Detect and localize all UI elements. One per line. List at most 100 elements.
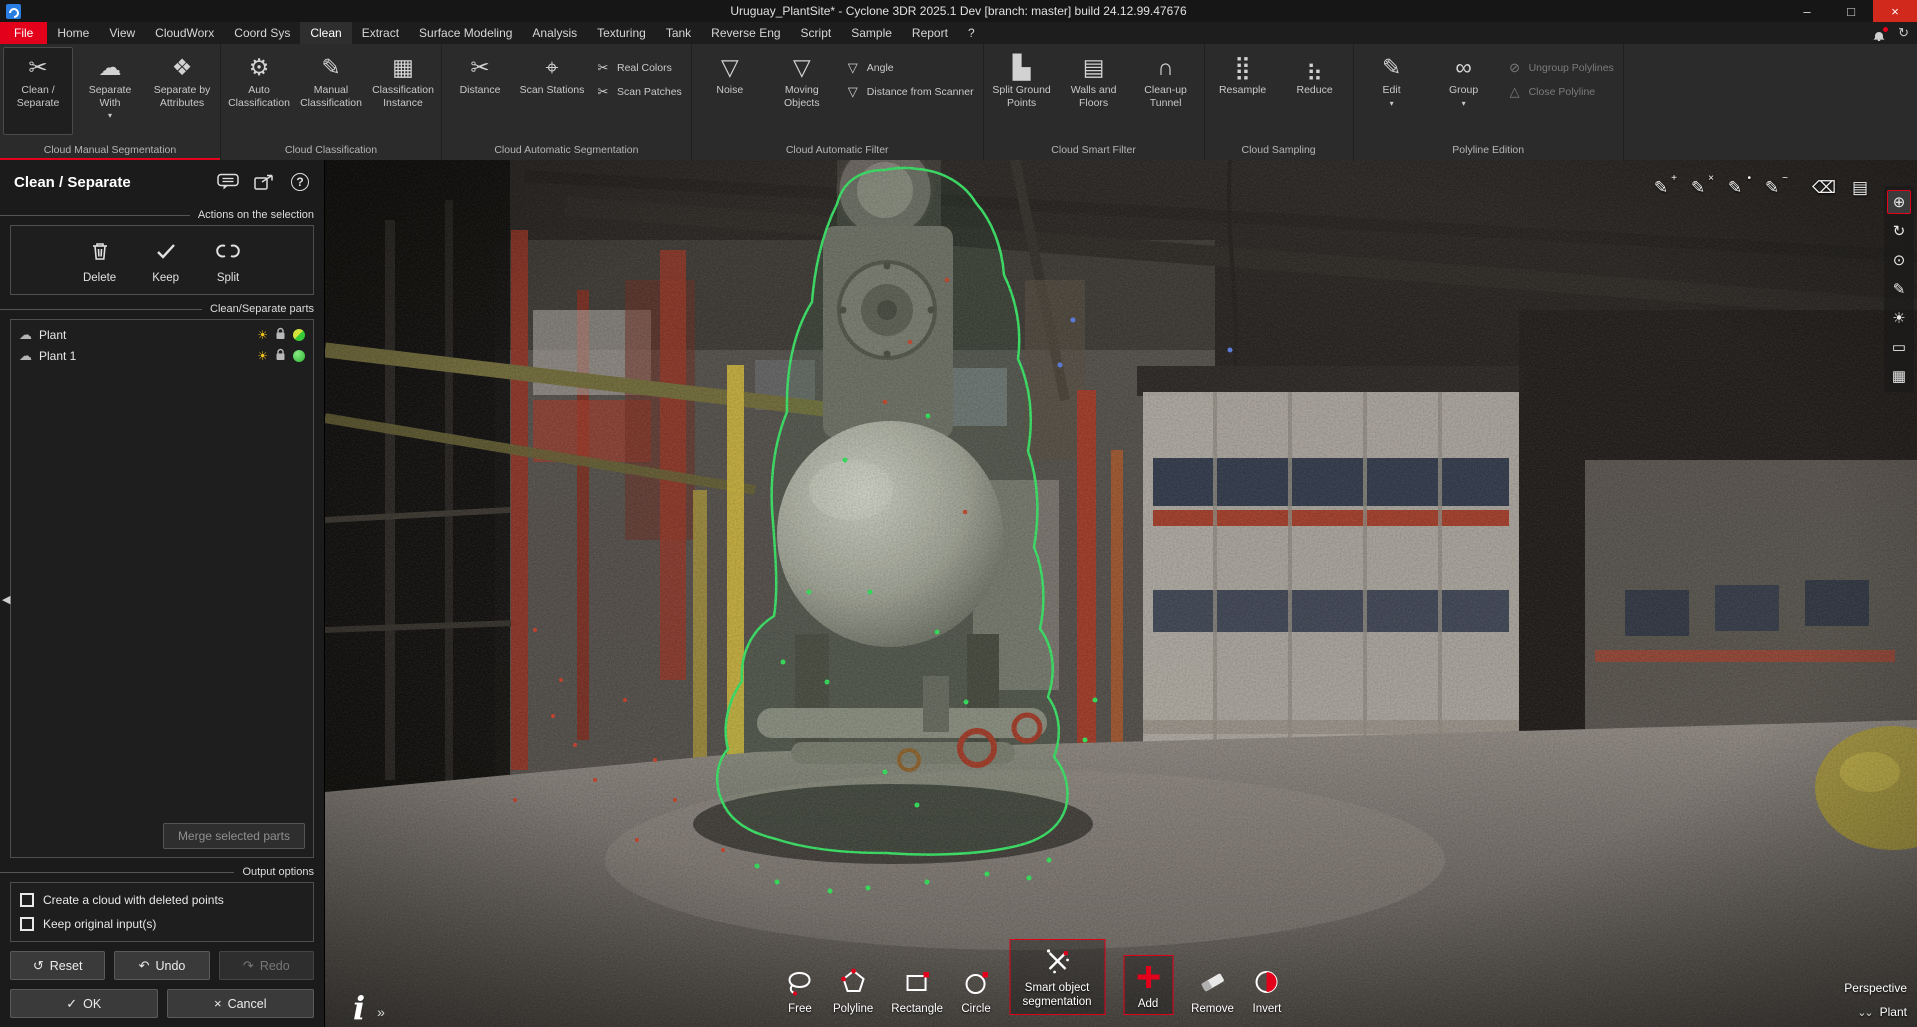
add-polyline-icon[interactable]: ✎+ [1650,178,1672,198]
remove-mode-button[interactable]: Remove [1191,967,1234,1015]
tab-surface-modeling[interactable]: Surface Modeling [409,22,522,44]
notifications-bell-icon[interactable] [1872,26,1886,41]
help-button[interactable]: ? [286,171,314,193]
separate-by-attributes-button[interactable]: ❖ Separate by Attributes [147,47,217,135]
plus-icon [1133,962,1163,995]
scan-stations-button[interactable]: ⌖ Scan Stations [517,47,587,135]
smooth-polyline-icon[interactable]: ✎~ [1761,178,1783,198]
active-object-label[interactable]: ⌄⌄ Plant [1857,1005,1907,1019]
checkbox[interactable] [20,893,34,907]
moving-objects-button[interactable]: ▽ Moving Objects [767,47,837,135]
invert-mode-button[interactable]: Invert [1252,967,1282,1015]
export-button[interactable] [250,171,278,193]
tab-analysis[interactable]: Analysis [522,22,587,44]
tab-cloudworx[interactable]: CloudWorx [145,22,224,44]
walls-and-floors-button[interactable]: ▤ Walls and Floors [1059,47,1129,135]
comments-button[interactable] [214,171,242,193]
distance-from-scanner-button[interactable]: ▽ Distance from Scanner [839,81,980,102]
keep-original-input-option: Keep original input(s) [20,917,304,931]
tab-sample[interactable]: Sample [841,22,902,44]
tab-coord-sys[interactable]: Coord Sys [224,22,300,44]
split-button[interactable]: Split [215,238,241,284]
smart-object-segmentation-button[interactable]: Smart object segmentation [1009,939,1105,1015]
angle-button[interactable]: ▽ Angle [839,57,980,78]
erase-polyline-icon[interactable]: ⌫ [1812,178,1834,198]
rectangle-selection-button[interactable]: Rectangle [891,967,943,1015]
ribbon: ✂ Clean / Separate ☁ Separate With ▾ ❖ S… [0,44,1917,160]
tab-help[interactable]: ? [958,22,985,44]
close-button[interactable]: × [1873,0,1917,22]
reduce-button[interactable]: ⣦ Reduce [1280,47,1350,135]
noise-button[interactable]: ▽ Noise [695,47,765,135]
tab-clean[interactable]: Clean [300,22,351,44]
point-cloud-scene[interactable] [325,160,1917,1027]
tab-report[interactable]: Report [902,22,958,44]
distance-button[interactable]: ✂ Distance [445,47,515,135]
polyline-selection-button[interactable]: Polyline [833,967,873,1015]
delete-button[interactable]: Delete [83,238,116,284]
part-row-plant[interactable]: ☁ Plant ☀ [11,324,313,345]
annotate-icon[interactable]: ✎ [1887,277,1911,301]
pan-tool-icon[interactable]: ⊕ [1887,190,1911,214]
resample-button[interactable]: ⣿ Resample [1208,47,1278,135]
viewport-3d[interactable]: ✎+ ✎× ✎• ✎~ ⌫ ▤ ⊕ ↻ ⊙ ✎ ☀ ▭ ▦ Free [325,160,1917,1027]
maximize-button[interactable]: □ [1829,0,1873,22]
render-mode-icon[interactable]: ▦ [1887,364,1911,388]
edit-polyline-icon[interactable]: ✎• [1724,178,1746,198]
edit-polyline-button[interactable]: ✎ Edit ▾ [1357,47,1427,135]
part-row-plant-1[interactable]: ☁ Plant 1 ☀ [11,345,313,366]
cancel-button[interactable]: × Cancel [167,989,315,1018]
projection-label[interactable]: Perspective [1844,981,1907,995]
close-polyline-button[interactable]: △ Close Polyline [1501,81,1620,102]
orbit-tool-icon[interactable]: ↻ [1887,219,1911,243]
frame-icon[interactable]: ▭ [1887,335,1911,359]
add-mode-button[interactable]: Add [1123,955,1173,1015]
expand-more-icon[interactable]: » [377,1004,385,1023]
circle-selection-button[interactable]: Circle [961,967,991,1015]
clean-separate-panel: Clean / Separate ? Actions on the select… [0,160,325,1027]
close-icon: × [214,996,222,1011]
tab-texturing[interactable]: Texturing [587,22,656,44]
first-person-icon[interactable]: ⊙ [1887,248,1911,272]
tab-reverse-eng[interactable]: Reverse Eng [701,22,790,44]
visibility-toggle-icon[interactable]: ☀ [257,349,268,363]
separate-with-button[interactable]: ☁ Separate With ▾ [75,47,145,135]
minimize-button[interactable]: – [1785,0,1829,22]
auto-classification-button[interactable]: ⚙ Auto Classification [224,47,294,135]
scan-patches-button[interactable]: ✂ Scan Patches [589,81,688,102]
restore-polyline-icon[interactable]: ▤ [1849,178,1871,198]
classification-instance-button[interactable]: ▦ Classification Instance [368,47,438,135]
tab-view[interactable]: View [99,22,145,44]
split-ground-points-button[interactable]: ▙ Split Ground Points [987,47,1057,135]
double-chevron-icon[interactable]: ⌄⌄ [1857,1006,1871,1019]
tab-script[interactable]: Script [791,22,842,44]
info-icon[interactable]: i [353,993,365,1023]
manual-classification-button[interactable]: ✎ Manual Classification [296,47,366,135]
real-colors-button[interactable]: ✂ Real Colors [589,57,688,78]
group-polyline-button[interactable]: ∞ Group ▾ [1429,47,1499,135]
tab-tank[interactable]: Tank [656,22,701,44]
reset-button[interactable]: ↺ Reset [10,951,105,980]
tab-home[interactable]: Home [47,22,99,44]
lock-icon[interactable] [275,327,286,343]
ungroup-polylines-button[interactable]: ⊘ Ungroup Polylines [1501,57,1620,78]
ok-button[interactable]: ✓ OK [10,989,158,1018]
selection-tool-strip: Free Polyline Rectangle Circle [785,939,1282,1015]
sync-icon[interactable]: ↻ [1898,25,1909,41]
checkbox[interactable] [20,917,34,931]
visibility-toggle-icon[interactable]: ☀ [257,328,268,342]
keep-button[interactable]: Keep [152,238,179,284]
redo-button[interactable]: ↷ Redo [219,951,314,980]
eraser-icon [1197,967,1227,1000]
tab-file[interactable]: File [0,22,47,44]
undo-button[interactable]: ↶ Undo [114,951,209,980]
clean-up-tunnel-button[interactable]: ∩ Clean-up Tunnel [1131,47,1201,135]
panel-collapse-arrow[interactable]: ◀ [2,593,10,606]
lock-icon[interactable] [275,348,286,364]
lighting-icon[interactable]: ☀ [1887,306,1911,330]
clean-separate-button[interactable]: ✂ Clean / Separate [3,47,73,135]
delete-polyline-icon[interactable]: ✎× [1687,178,1709,198]
free-selection-button[interactable]: Free [785,967,815,1015]
merge-selected-parts-button[interactable]: Merge selected parts [163,823,305,849]
tab-extract[interactable]: Extract [352,22,409,44]
